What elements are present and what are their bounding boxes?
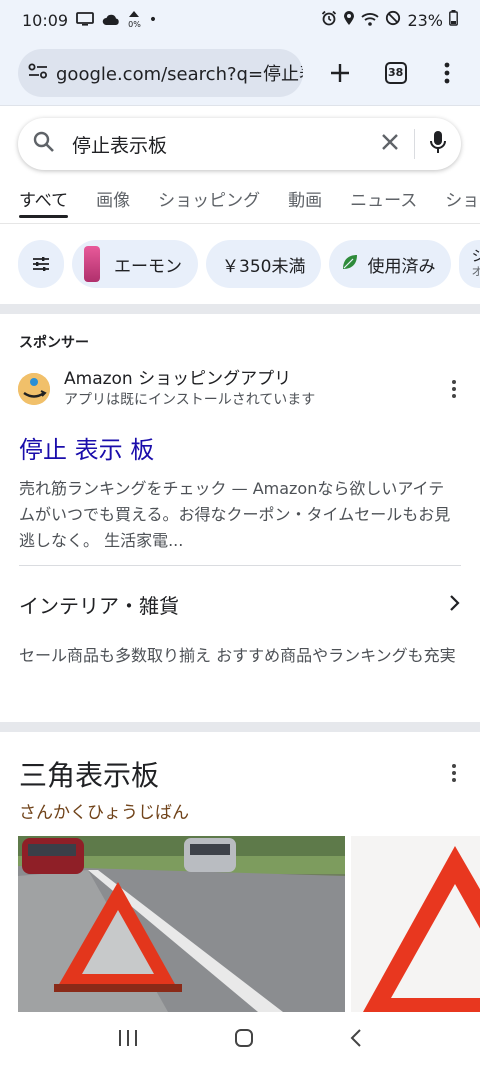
knowledge-image-road[interactable]	[18, 836, 345, 1012]
chip-sublabel: オ	[471, 265, 480, 278]
chip-label: シ	[471, 247, 480, 265]
chip-price[interactable]: ￥350未満	[206, 240, 322, 288]
ad-description: 売れ筋ランキングをチェック — Amazonなら欲しいアイテムがいつでも買える。…	[19, 479, 451, 550]
ad-sitelink[interactable]: インテリア・雑貨	[19, 590, 461, 619]
cloud-icon	[102, 11, 120, 30]
ad-advertiser-row[interactable]: Amazon ショッピングアプリ アプリは既にインストールされています	[18, 368, 464, 410]
filter-settings-chip[interactable]	[18, 240, 64, 288]
url-text: google.com/search?q=停止表	[56, 63, 304, 85]
more-vert-icon	[444, 62, 450, 83]
wifi-icon	[361, 11, 380, 30]
section-divider	[0, 722, 480, 732]
browser-toolbar: google.com/search?q=停止表 38	[0, 40, 480, 106]
ad-title-link[interactable]: 停止 表示 板	[19, 430, 154, 465]
knowledge-more-options-icon[interactable]	[444, 764, 464, 782]
microphone-icon[interactable]	[429, 130, 447, 158]
status-bar: 10:09 0% • 23%	[0, 0, 480, 40]
chip-brand[interactable]: エーモン	[72, 240, 198, 288]
chip-label: 使用済み	[367, 256, 436, 277]
battery-percent: 23%	[407, 10, 443, 30]
back-icon[interactable]	[350, 1028, 362, 1052]
tab-news[interactable]: ニュース	[350, 180, 417, 216]
product-thumbnail-icon	[84, 246, 100, 282]
divider	[19, 565, 461, 566]
alarm-icon	[321, 10, 337, 30]
search-icon	[32, 130, 56, 158]
new-tab-button[interactable]	[317, 50, 363, 96]
filter-chips: エーモン ￥350未満 使用済み シ オ	[0, 240, 480, 292]
tab-more[interactable]: ショ	[445, 180, 479, 216]
status-time: 10:09	[22, 10, 69, 30]
amazon-logo-icon	[18, 373, 50, 405]
battery-icon	[449, 10, 458, 30]
chip-condition[interactable]: 使用済み	[329, 240, 452, 288]
search-box[interactable]: 停止表示板	[18, 118, 461, 170]
system-nav-bar	[0, 1012, 480, 1067]
tab-switcher-button[interactable]: 38	[373, 50, 419, 96]
search-input[interactable]: 停止表示板	[72, 131, 380, 158]
sponsored-label: スポンサー	[19, 335, 89, 351]
data-saver-icon: 0%	[128, 11, 141, 29]
tab-videos[interactable]: 動画	[288, 180, 322, 216]
chip-more[interactable]: シ オ	[459, 240, 480, 288]
tab-all[interactable]: すべて	[19, 180, 69, 218]
do-not-disturb-icon	[385, 10, 401, 30]
location-icon	[343, 10, 355, 30]
url-bar[interactable]: google.com/search?q=停止表	[18, 48, 304, 97]
chip-label: エーモン	[114, 256, 182, 277]
browser-menu-button[interactable]	[424, 50, 470, 96]
leaf-icon	[341, 253, 359, 276]
clear-icon[interactable]	[380, 132, 400, 156]
tab-images[interactable]: 画像	[96, 180, 130, 216]
chevron-right-icon	[449, 593, 461, 617]
knowledge-image-triangle[interactable]	[351, 836, 480, 1012]
search-tabs: すべて 画像 ショッピング 動画 ニュース ショ	[0, 180, 480, 224]
sitelink-description: セール商品も多数取り揃え おすすめ商品やランキングも充実	[19, 646, 456, 665]
advertiser-name: Amazon ショッピングアプリ	[64, 369, 292, 389]
home-icon[interactable]	[234, 1028, 254, 1052]
tab-count: 38	[384, 61, 407, 84]
search-divider	[414, 129, 415, 159]
knowledge-reading: さんかくひょうじばん	[19, 803, 189, 823]
site-settings-icon[interactable]	[28, 63, 48, 83]
knowledge-title: 三角表示板	[19, 759, 160, 792]
ad-more-options-icon[interactable]	[444, 380, 464, 398]
recent-apps-icon[interactable]	[118, 1029, 138, 1051]
chip-label: ￥350未満	[222, 256, 306, 277]
plus-icon	[331, 63, 350, 82]
sitelink-title: インテリア・雑貨	[19, 594, 179, 618]
advertiser-subtitle: アプリは既にインストールされています	[64, 392, 316, 408]
tab-shopping[interactable]: ショッピング	[158, 180, 260, 216]
screen-cast-icon	[76, 11, 95, 30]
section-divider	[0, 304, 480, 314]
data-percent: 0%	[128, 20, 141, 29]
notification-dot-icon: •	[148, 12, 158, 28]
tune-icon	[33, 257, 49, 271]
